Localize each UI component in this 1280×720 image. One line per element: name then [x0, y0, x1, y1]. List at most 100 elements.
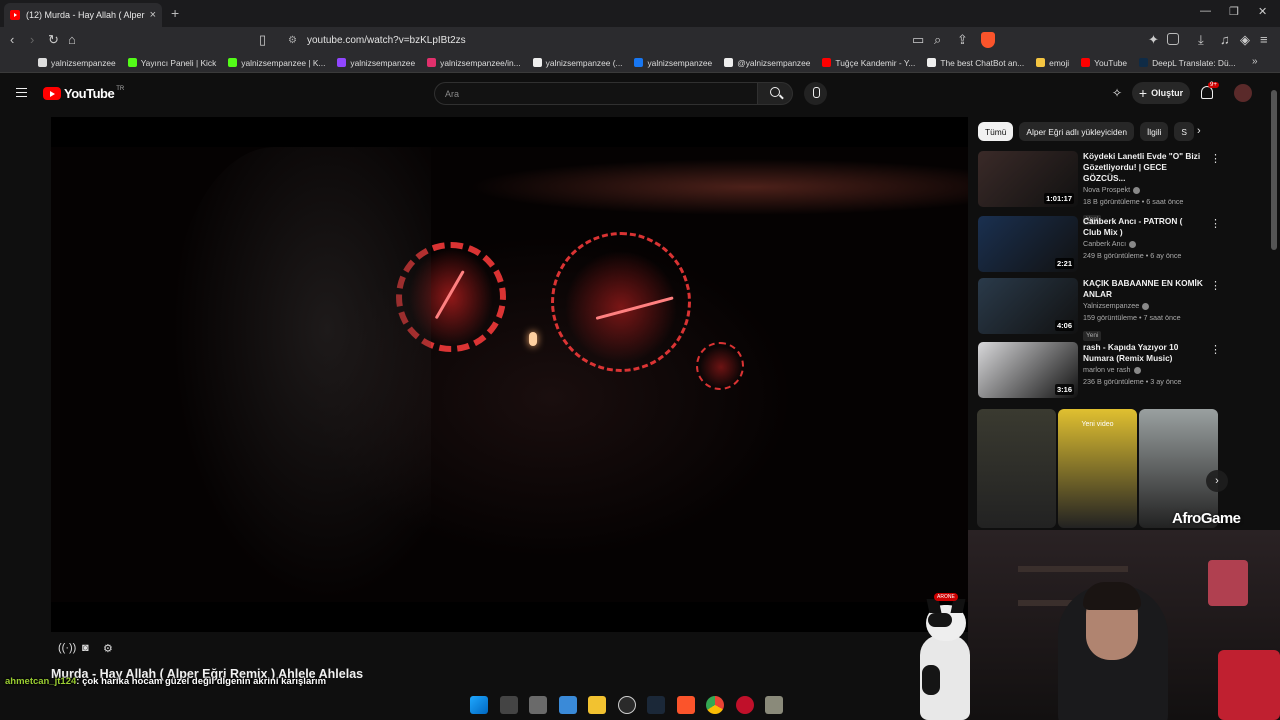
voice-search-icon[interactable]: [804, 82, 827, 105]
video-duration: 1:01:17: [1044, 193, 1074, 204]
bookmark-label: yalnizsempanzee/in...: [440, 57, 521, 68]
video-meta: 159 görüntüleme • 7 saat önce: [1083, 313, 1181, 322]
more-options-icon[interactable]: ⋮: [1210, 344, 1221, 356]
forward-icon[interactable]: ›: [30, 32, 34, 48]
reload-icon[interactable]: ↻: [48, 32, 59, 48]
zoom-icon[interactable]: ⌕: [934, 32, 941, 48]
video-thumbnail[interactable]: 4:06: [978, 278, 1078, 334]
bookmarks-more-icon[interactable]: »: [1252, 56, 1258, 67]
bookmark-item[interactable]: yalnizsempanzee: [38, 58, 116, 68]
bookmark-item[interactable]: Tuğçe Kandemir - Y...: [822, 58, 915, 68]
site-info-icon[interactable]: ⚙: [288, 35, 297, 46]
shield-icon[interactable]: ◈: [1240, 32, 1250, 48]
back-icon[interactable]: ‹: [10, 32, 14, 48]
chips-next-icon[interactable]: ›: [1197, 125, 1201, 137]
new-tab-button[interactable]: +: [171, 5, 179, 21]
shorts-next-icon[interactable]: ›: [1206, 470, 1228, 492]
settings-gear-icon[interactable]: ⚙: [103, 642, 113, 655]
recommendation-item[interactable]: 3:16 rash - Kapıda Yazıyor 10 Numara (Rem…: [978, 342, 1223, 400]
extensions-icon[interactable]: ✦: [1148, 32, 1159, 48]
recommendation-item[interactable]: 4:06 KAÇIK BABAANNE EN KOMİK ANLAR Yalnizs…: [978, 278, 1223, 341]
recommendation-item[interactable]: 1:01:17 Köydeki Lanetli Evde "O" Bizi Göz…: [978, 151, 1223, 225]
music-icon[interactable]: ♫: [1220, 32, 1230, 48]
maximize-button[interactable]: ❐: [1229, 5, 1239, 18]
video-thumbnail[interactable]: 1:01:17: [978, 151, 1078, 207]
youtube-logo[interactable]: YouTube TR: [43, 86, 124, 101]
bookmark-item[interactable]: @yalnizsempanzee: [724, 58, 810, 68]
channel-name[interactable]: Canberk Ancı: [1083, 238, 1203, 250]
create-button[interactable]: + Oluştur: [1132, 82, 1190, 104]
filter-chip[interactable]: Alper Eğri adlı yükleyiciden: [1019, 122, 1134, 141]
browser-tab[interactable]: (12) Murda - Hay Allah ( Alper E... ×: [4, 3, 162, 27]
short-card[interactable]: [977, 409, 1056, 528]
app-icon[interactable]: [735, 696, 754, 714]
minimize-button[interactable]: —: [1200, 5, 1211, 17]
wallet-icon[interactable]: [1167, 33, 1179, 45]
chrome-icon[interactable]: [706, 696, 724, 714]
screenshot-icon[interactable]: ◙: [82, 642, 89, 654]
bookmark-item[interactable]: yalnizsempanzee (...: [532, 58, 622, 68]
recommendation-title[interactable]: KAÇIK BABAANNE EN KOMİK ANLAR: [1083, 278, 1203, 300]
more-options-icon[interactable]: ⋮: [1210, 280, 1221, 292]
bookmark-item[interactable]: yalnizsempanzee/in...: [427, 58, 521, 68]
recommendation-title[interactable]: rash - Kapıda Yazıyor 10 Numara (Remix M…: [1083, 342, 1203, 364]
video-player[interactable]: [51, 117, 968, 632]
close-tab-icon[interactable]: ×: [150, 9, 156, 21]
scrollbar[interactable]: [1271, 90, 1277, 250]
obs-icon[interactable]: [617, 696, 636, 714]
more-options-icon[interactable]: ⋮: [1210, 153, 1221, 165]
channel-name[interactable]: Yalnizsempanzee: [1083, 300, 1203, 312]
home-icon[interactable]: ⌂: [68, 32, 76, 48]
steam-icon[interactable]: [647, 696, 665, 714]
cat-tag: ARONE: [934, 593, 958, 601]
channel-name[interactable]: marlon ve rash: [1083, 364, 1203, 376]
bookmark-label: Tuğçe Kandemir - Y...: [835, 57, 916, 68]
filter-chip[interactable]: S: [1174, 122, 1195, 141]
file-explorer-icon[interactable]: [588, 696, 606, 714]
task-view-icon[interactable]: [499, 696, 518, 714]
recommendation-title[interactable]: Köydeki Lanetli Evde "O" Bizi Gözetliyor…: [1083, 151, 1203, 184]
cat-overlay: ARONE: [920, 593, 970, 720]
bookmark-item[interactable]: The best ChatBot an...: [927, 58, 1024, 68]
video-thumbnail[interactable]: 3:16: [978, 342, 1078, 398]
bookmark-item[interactable]: Yayıncı Paneli | Kick: [127, 58, 216, 68]
widgets-icon[interactable]: [529, 696, 547, 714]
menu-icon[interactable]: ≡: [1260, 32, 1268, 48]
search-button[interactable]: [757, 82, 793, 105]
cast-icon[interactable]: ▭: [912, 32, 924, 48]
cat-patch: [928, 613, 952, 627]
channel-name[interactable]: Nova Prospekt: [1083, 184, 1203, 196]
store-icon[interactable]: [558, 696, 577, 714]
bookmark-item[interactable]: yalnizsempanzee: [634, 58, 712, 68]
audio-icon[interactable]: ((·)): [58, 642, 76, 654]
windows-start-icon[interactable]: [470, 696, 488, 714]
filter-chip[interactable]: İlgili: [1139, 122, 1169, 141]
avatar[interactable]: [1234, 84, 1252, 102]
hamburger-menu-icon[interactable]: [16, 88, 27, 97]
video-thumbnail[interactable]: 2:21: [978, 216, 1078, 272]
bookmark-favicon-icon: [337, 58, 347, 67]
bookmark-item[interactable]: DeepL Translate: Dü...: [1139, 58, 1236, 68]
recommendation-item[interactable]: 2:21 Canberk Ancı - PATRON ( Club Mix ) Ca…: [978, 216, 1223, 274]
bookmark-icon[interactable]: ▯: [259, 32, 266, 48]
brave-shields-icon[interactable]: [981, 32, 995, 48]
bookmark-favicon-icon: [127, 58, 137, 67]
video-frame: [51, 147, 968, 602]
close-window-button[interactable]: ✕: [1258, 5, 1267, 18]
share-icon[interactable]: ⇪: [957, 32, 968, 48]
url-field[interactable]: ⚙ youtube.com/watch?v=bzKLpIBt2zs: [280, 30, 1000, 50]
app-icon[interactable]: [765, 696, 783, 714]
search-input[interactable]: Ara: [434, 82, 758, 105]
recommendation-title[interactable]: Canberk Ancı - PATRON ( Club Mix ): [1083, 216, 1203, 238]
bookmark-item[interactable]: YouTube: [1081, 58, 1127, 68]
bookmark-item[interactable]: yalnizsempanzee | K...: [228, 58, 325, 68]
sparkle-icon[interactable]: ✧: [1112, 86, 1122, 100]
download-icon[interactable]: ⤓: [1198, 32, 1204, 48]
filter-chip[interactable]: Tümü: [978, 122, 1014, 141]
bookmark-item[interactable]: yalnizsempanzee: [337, 58, 415, 68]
more-options-icon[interactable]: ⋮: [1210, 218, 1221, 230]
bookmark-item[interactable]: emoji: [1036, 58, 1069, 68]
brave-icon[interactable]: [676, 696, 695, 714]
short-card[interactable]: Yeni video: [1058, 409, 1137, 528]
filter-chips: Tümü Alper Eğri adlı yükleyiciden İlgili S: [978, 122, 1200, 142]
